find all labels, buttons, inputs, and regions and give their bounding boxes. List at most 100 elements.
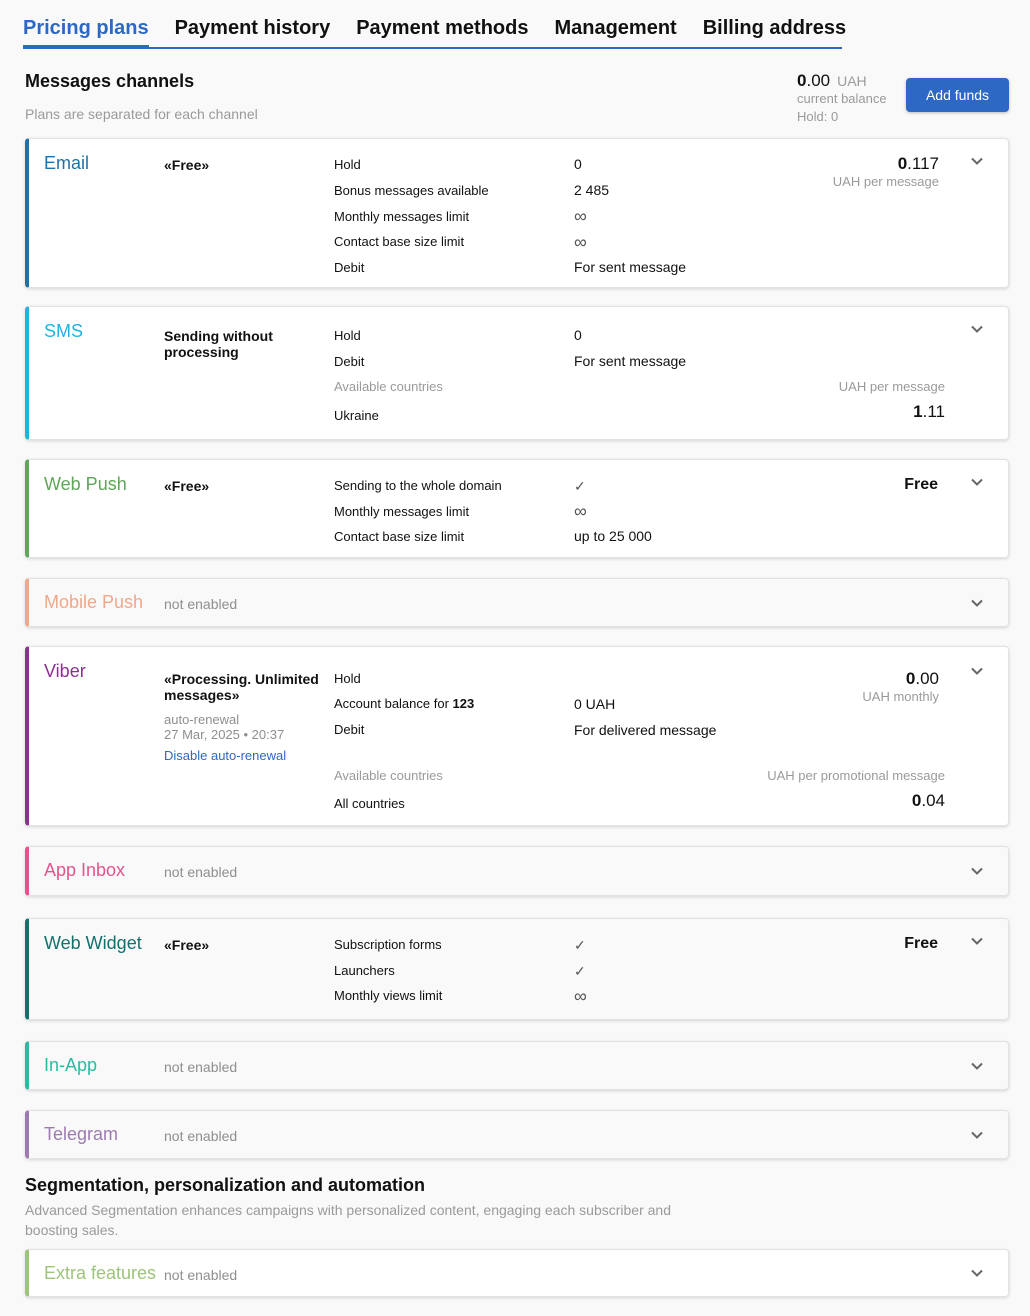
price-block: 0.00 UAH monthly — [862, 669, 939, 704]
row-label: Hold — [334, 157, 361, 172]
row-value: 0 — [574, 327, 582, 343]
section-subtitle: Plans are separated for each channel — [25, 106, 258, 122]
channel-card-telegram[interactable]: Telegram not enabled — [25, 1110, 1009, 1159]
not-enabled-label: not enabled — [164, 864, 238, 880]
infinity-icon: ∞ — [574, 501, 587, 521]
channel-card-web-push[interactable]: Web Push «Free» Sending to the whole dom… — [25, 459, 1009, 558]
tab-pricing-plans[interactable]: Pricing plans — [23, 14, 149, 49]
channel-card-sms[interactable]: SMS Sending without processing Hold Debi… — [25, 306, 1009, 440]
channel-card-in-app[interactable]: In-App not enabled — [25, 1041, 1009, 1090]
auto-renewal-label: auto-renewal — [164, 712, 240, 727]
balance-block: 0.00 UAH current balance Hold: 0 — [797, 72, 887, 125]
channel-name: Email — [44, 153, 90, 173]
chevron-down-icon[interactable] — [969, 595, 985, 611]
check-icon: ✓ — [574, 963, 586, 979]
chevron-down-icon[interactable] — [969, 321, 985, 337]
channel-card-email[interactable]: Email «Free» Hold Bonus messages availab… — [25, 138, 1009, 288]
channel-name: App Inbox — [44, 860, 126, 880]
row-value: For delivered message — [574, 722, 717, 738]
row-value: 0 UAH — [574, 696, 616, 712]
price-int: 0 — [905, 669, 916, 688]
row-label: Debit — [334, 722, 365, 737]
channel-name: Extra features — [44, 1263, 157, 1283]
price-block: 0.117 UAH per message — [833, 154, 939, 189]
infinity-icon: ∞ — [574, 206, 587, 226]
plan-name: «Free» — [164, 157, 210, 173]
tab-payment-history[interactable]: Payment history — [175, 14, 331, 47]
channel-card-mobile-push[interactable]: Mobile Push not enabled — [25, 578, 1009, 627]
plan-name: Sending without processing — [164, 328, 273, 360]
not-enabled-label: not enabled — [164, 1128, 238, 1144]
price-int: 0 — [897, 154, 908, 173]
price-free: Free — [904, 476, 938, 493]
channel-name: Viber — [44, 661, 86, 681]
promo-price-dec: .04 — [921, 791, 945, 810]
chevron-down-icon[interactable] — [969, 1058, 985, 1074]
price-free: Free — [904, 935, 938, 952]
disable-auto-renewal-link[interactable]: Disable auto-renewal — [164, 748, 286, 763]
row-label: Sending to the whole domain — [334, 478, 502, 493]
row-label: Hold — [334, 328, 361, 343]
channel-name: Web Widget — [44, 933, 142, 953]
row-label: Account balance for 123 — [334, 696, 474, 711]
price-value: 0.00 — [862, 669, 939, 689]
row-label: Monthly messages limit — [334, 504, 470, 519]
plan-name: «Free» — [164, 937, 210, 953]
plan-name: «Processing. Unlimited messages» — [164, 671, 319, 703]
chevron-down-icon[interactable] — [969, 153, 985, 169]
row-label: Hold — [334, 671, 361, 686]
row-label: Debit — [334, 354, 365, 369]
chevron-down-icon[interactable] — [969, 1127, 985, 1143]
check-icon: ✓ — [574, 478, 586, 494]
price-value: 1.11 — [839, 402, 945, 422]
balance-amount: 0.00 — [797, 71, 830, 90]
infinity-icon: ∞ — [574, 232, 587, 252]
channel-card-web-widget[interactable]: Web Widget «Free» Subscription forms Lau… — [25, 918, 1009, 1020]
tab-bar: Pricing plans Payment history Payment me… — [23, 14, 846, 49]
add-funds-button[interactable]: Add funds — [906, 78, 1009, 112]
country: All countries — [334, 796, 405, 811]
price-unit: UAH monthly — [862, 689, 939, 704]
price-dec: .00 — [915, 669, 939, 688]
row-label-bold: 123 — [452, 696, 475, 711]
price-block: UAH per message 1.11 — [839, 379, 945, 422]
row-label: Launchers — [334, 963, 395, 978]
channel-name: In-App — [44, 1055, 98, 1075]
row-value: For sent message — [574, 353, 687, 369]
row-value: up to 25 000 — [574, 528, 652, 544]
balance-currency: UAH — [837, 73, 867, 89]
row-label-text: Account balance for — [334, 696, 449, 711]
channel-name: SMS — [44, 321, 84, 341]
price-unit: UAH per message — [832, 174, 939, 189]
price-value: 0.117 — [833, 154, 939, 174]
hold-label: Hold: 0 — [797, 109, 839, 124]
row-label: Monthly views limit — [334, 988, 443, 1003]
tab-payment-methods[interactable]: Payment methods — [356, 14, 528, 47]
row-label: Contact base size limit — [334, 234, 465, 249]
promo-price-value: 0.04 — [767, 791, 945, 811]
price-unit: UAH per message — [838, 379, 945, 394]
renewal-date: 27 Mar, 2025 • 20:37 — [164, 727, 285, 742]
balance-label: current balance — [797, 91, 887, 106]
promo-price-unit: UAH per promotional message — [767, 768, 945, 783]
tab-billing-address[interactable]: Billing address — [703, 14, 846, 47]
chevron-down-icon[interactable] — [969, 474, 985, 490]
chevron-down-icon[interactable] — [969, 863, 985, 879]
chevron-down-icon[interactable] — [969, 1265, 985, 1281]
country: Ukraine — [334, 408, 379, 423]
promo-price-int: 0 — [911, 791, 922, 810]
channel-card-extra-features[interactable]: Extra features not enabled — [25, 1249, 1009, 1297]
price-dec: .11 — [922, 402, 945, 421]
not-enabled-label: not enabled — [164, 1267, 238, 1283]
channel-card-viber[interactable]: Viber «Processing. Unlimited messages» a… — [25, 646, 1009, 826]
countries-label: Available countries — [334, 768, 443, 783]
chevron-down-icon[interactable] — [969, 933, 985, 949]
promo-price-block: UAH per promotional message 0.04 — [767, 768, 945, 811]
segmentation-description: Advanced Segmentation enhances campaigns… — [25, 1202, 671, 1238]
channel-card-app-inbox[interactable]: App Inbox not enabled — [25, 846, 1009, 896]
check-icon: ✓ — [574, 937, 586, 953]
chevron-down-icon[interactable] — [969, 663, 985, 679]
tab-management[interactable]: Management — [554, 14, 676, 47]
row-label: Monthly messages limit — [334, 209, 470, 224]
row-value: For sent message — [574, 259, 687, 275]
